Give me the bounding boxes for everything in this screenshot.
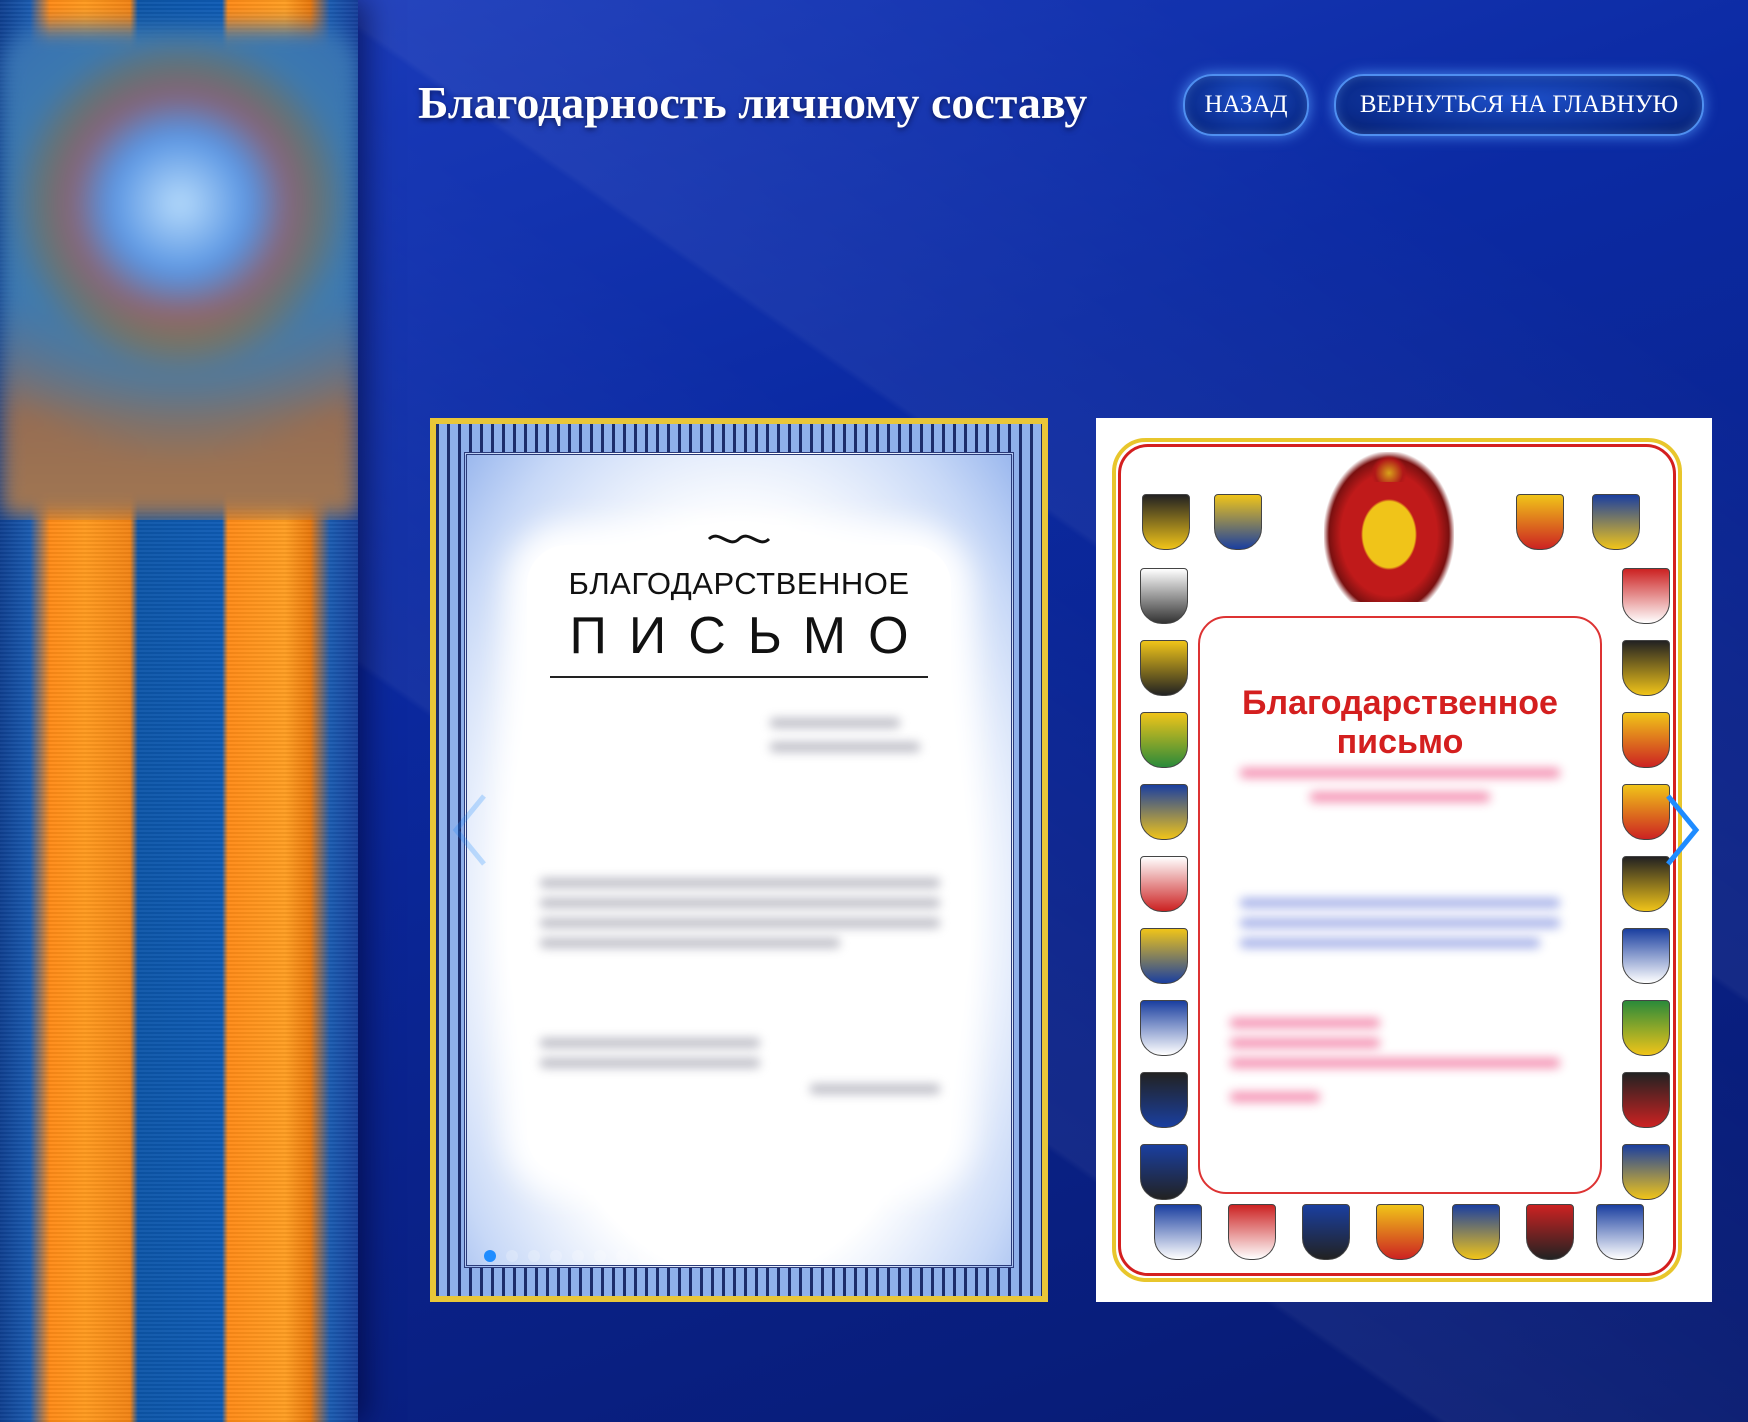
blurred-text bbox=[1240, 918, 1560, 928]
crown-icon bbox=[1364, 452, 1414, 482]
district-shield-icon bbox=[1622, 568, 1670, 624]
blurred-text bbox=[770, 742, 920, 752]
district-shield-icon bbox=[1622, 712, 1670, 768]
carousel-dot[interactable] bbox=[484, 1250, 496, 1262]
district-shield-icon bbox=[1142, 494, 1190, 550]
certificate-red-title: Благодарственное письмо bbox=[1242, 684, 1558, 761]
district-shield-icon bbox=[1140, 1144, 1188, 1200]
carousel-dot[interactable] bbox=[682, 1250, 694, 1262]
district-shield-icon bbox=[1140, 640, 1188, 696]
blurred-text bbox=[540, 878, 940, 888]
district-shield-icon bbox=[1140, 712, 1188, 768]
district-shield-icon bbox=[1214, 494, 1262, 550]
blurred-text bbox=[540, 1038, 760, 1048]
carousel-dot[interactable] bbox=[704, 1250, 716, 1262]
page-title: Благодарность личному составу bbox=[418, 77, 1088, 128]
district-shield-icon bbox=[1140, 1072, 1188, 1128]
blurred-text bbox=[1230, 1092, 1320, 1102]
blurred-text bbox=[1240, 898, 1560, 908]
district-shield-icon bbox=[1140, 856, 1188, 912]
district-shield-icon bbox=[1154, 1204, 1202, 1260]
district-shield-icon bbox=[1622, 928, 1670, 984]
carousel-dot[interactable] bbox=[550, 1250, 562, 1262]
home-button[interactable]: ВЕРНУТЬСЯ НА ГЛАВНУЮ bbox=[1334, 74, 1704, 136]
carousel-dot[interactable] bbox=[572, 1250, 584, 1262]
district-shield-icon bbox=[1592, 494, 1640, 550]
district-shield-icon bbox=[1140, 568, 1188, 624]
district-shield-icon bbox=[1376, 1204, 1424, 1260]
blurred-text bbox=[1230, 1018, 1380, 1028]
district-shield-icon bbox=[1596, 1204, 1644, 1260]
emergency-ministry-emblem bbox=[2, 28, 358, 516]
district-shield-icon bbox=[1140, 928, 1188, 984]
blurred-text bbox=[770, 718, 900, 728]
slide-coat-of-arms-certificate[interactable]: Благодарственное письмо bbox=[1096, 418, 1712, 1302]
title-divider bbox=[550, 676, 928, 678]
district-shield-icon bbox=[1526, 1204, 1574, 1260]
blurred-text bbox=[1230, 1058, 1560, 1068]
certificate-title-line-1: БЛАГОДАРСТВЕННОЕ bbox=[568, 566, 910, 601]
district-shield-icon bbox=[1622, 640, 1670, 696]
blurred-text bbox=[1230, 1038, 1380, 1048]
district-shield-icon bbox=[1622, 1144, 1670, 1200]
carousel-dot[interactable] bbox=[528, 1250, 540, 1262]
carousel-dot[interactable] bbox=[726, 1250, 738, 1262]
district-shield-icon bbox=[1452, 1204, 1500, 1260]
chevron-right-icon[interactable] bbox=[1658, 790, 1704, 870]
district-shield-icon bbox=[1140, 1000, 1188, 1056]
district-shield-icon bbox=[1302, 1204, 1350, 1260]
carousel-pagination bbox=[484, 1250, 760, 1262]
emblem-area bbox=[0, 0, 358, 520]
blurred-text bbox=[810, 1084, 940, 1094]
chevron-left-icon[interactable] bbox=[448, 790, 494, 870]
blurred-text bbox=[540, 1058, 760, 1068]
blurred-text bbox=[540, 898, 940, 908]
district-shield-icon bbox=[1622, 1072, 1670, 1128]
slide-blue-certificate[interactable]: БЛАГОДАРСТВЕННОЕ ПИСЬМО bbox=[430, 418, 1048, 1302]
carousel-dot[interactable] bbox=[594, 1250, 606, 1262]
ornament-top-icon bbox=[430, 526, 1048, 556]
blurred-text bbox=[540, 938, 840, 948]
letters-gallery: БЛАГОДАРСТВЕННОЕ ПИСЬМО Благодарственное… bbox=[430, 418, 1712, 1302]
carousel-dot[interactable] bbox=[616, 1250, 628, 1262]
carousel-dot[interactable] bbox=[660, 1250, 672, 1262]
blurred-text bbox=[1310, 792, 1490, 802]
carousel-dot[interactable] bbox=[638, 1250, 650, 1262]
district-shield-icon bbox=[1516, 494, 1564, 550]
district-shield-icon bbox=[1228, 1204, 1276, 1260]
blurred-text bbox=[540, 918, 940, 928]
district-shield-icon bbox=[1622, 1000, 1670, 1056]
back-button[interactable]: НАЗАД bbox=[1183, 74, 1309, 136]
certificate-text-card: Благодарственное письмо bbox=[1198, 616, 1602, 1194]
district-shield-icon bbox=[1140, 784, 1188, 840]
blurred-text bbox=[1240, 938, 1540, 948]
carousel-dot[interactable] bbox=[506, 1250, 518, 1262]
blurred-text bbox=[1240, 768, 1560, 778]
carousel-dot[interactable] bbox=[748, 1250, 760, 1262]
certificate-title-line-2: ПИСЬМО bbox=[569, 607, 931, 665]
